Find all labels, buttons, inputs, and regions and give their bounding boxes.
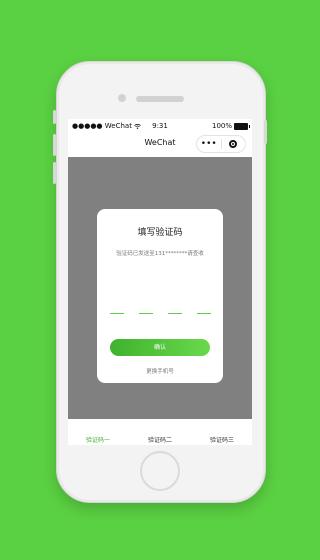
status-bar: ●●●●● WeChat 9:31 100%: [68, 119, 252, 133]
power-button: [264, 120, 267, 144]
code-digit-1[interactable]: [110, 313, 124, 314]
earpiece-speaker: [136, 96, 184, 102]
change-phone-link[interactable]: 更换手机号: [97, 367, 223, 375]
volume-down-button: [53, 162, 56, 184]
tab-bar: 验证码一 验证码二 验证码三: [68, 419, 252, 445]
code-digit-2[interactable]: [139, 313, 153, 314]
battery-icon: [234, 122, 250, 130]
more-dots-icon[interactable]: •••: [197, 137, 221, 151]
target-circle-icon: [229, 140, 238, 148]
mini-program-capsule: •••: [196, 135, 246, 153]
nav-bar: WeChat •••: [68, 133, 252, 157]
modal-overlay[interactable]: 填写验证码 验证码已发送至131********请查收 确认 更换手机号: [68, 157, 252, 419]
tab-code-3[interactable]: 验证码三: [210, 435, 234, 444]
tab-code-2[interactable]: 验证码二: [148, 435, 172, 444]
battery-percent: 100%: [211, 122, 232, 130]
code-digit-4[interactable]: [197, 313, 211, 314]
verification-dialog: 填写验证码 验证码已发送至131********请查收 确认 更换手机号: [97, 209, 223, 383]
phone-screen: ●●●●● WeChat 9:31 100% WeChat ••• 填写验证码 …: [68, 119, 252, 445]
volume-up-button: [53, 134, 56, 156]
front-camera: [118, 94, 126, 102]
code-digit-3[interactable]: [168, 313, 182, 314]
tab-code-1[interactable]: 验证码一: [86, 435, 110, 444]
close-button[interactable]: [221, 140, 245, 148]
battery-indicator: 100%: [211, 119, 250, 133]
mute-switch: [53, 110, 56, 124]
home-button[interactable]: [140, 451, 180, 491]
sent-notice: 验证码已发送至131********请查收: [116, 251, 204, 257]
confirm-button[interactable]: 确认: [110, 339, 210, 356]
dialog-title: 填写验证码: [137, 228, 183, 238]
